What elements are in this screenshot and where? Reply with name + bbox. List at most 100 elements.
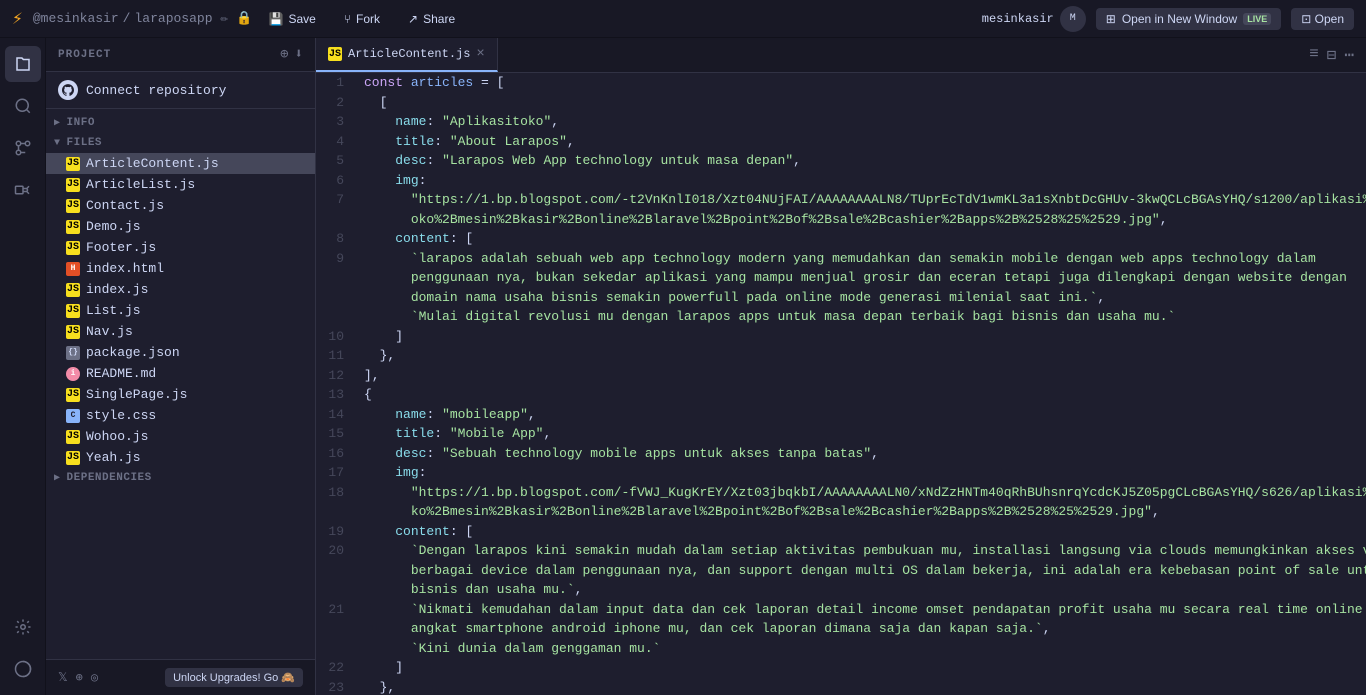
activity-extensions-icon[interactable]: [5, 172, 41, 208]
info-section-header[interactable]: INFO: [46, 113, 315, 133]
more-options-icon[interactable]: ≡: [1309, 45, 1319, 65]
file-name: Nav.js: [86, 324, 133, 339]
save-label: Save: [288, 12, 315, 26]
line-code: ko%2Bmesin%2Bkasir%2Bonline%2Blaravel%2B…: [356, 502, 1366, 522]
code-table: 1const articles = [2 [3 name: "Aplikasit…: [316, 73, 1366, 695]
line-number: 5: [316, 151, 356, 171]
file-item-index_html[interactable]: Hindex.html: [46, 258, 315, 279]
line-number: 8: [316, 229, 356, 249]
fork-button[interactable]: ⑂ Fork: [338, 9, 386, 29]
table-row: 2 [: [316, 93, 1366, 113]
line-number: 18: [316, 483, 356, 503]
layout-icon[interactable]: ⊟: [1327, 45, 1337, 65]
file-item-demo_js[interactable]: JS Demo.js: [46, 216, 315, 237]
line-code: "https://1.bp.blogspot.com/-t2VnKnlI018/…: [356, 190, 1366, 210]
line-number: 23: [316, 678, 356, 695]
line-code: const articles = [: [356, 73, 1366, 93]
file-item-wohoo_js[interactable]: JSWohoo.js: [46, 426, 315, 447]
file-item-contact_js[interactable]: JSContact.js: [46, 195, 315, 216]
activity-files-icon[interactable]: [5, 46, 41, 82]
share-button[interactable]: ↗ Share: [402, 9, 461, 29]
line-code: ]: [356, 658, 1366, 678]
file-item-articlelist_js[interactable]: JSArticleList.js: [46, 174, 315, 195]
file-item-nav_js[interactable]: JSNav.js: [46, 321, 315, 342]
share-icon: ↗: [408, 12, 418, 26]
file-name: index.js: [86, 282, 148, 297]
file-item-readme_md[interactable]: iREADME.md: [46, 363, 315, 384]
line-code: desc: "Larapos Web App technology untuk …: [356, 151, 1366, 171]
code-editor[interactable]: 1const articles = [2 [3 name: "Aplikasit…: [316, 73, 1366, 695]
line-number: 2: [316, 93, 356, 113]
tab-close-button[interactable]: ×: [476, 47, 484, 61]
file-item-index_js[interactable]: JS index.js: [46, 279, 315, 300]
download-icon[interactable]: ⬇: [295, 46, 303, 63]
open-label: Open: [1315, 12, 1344, 26]
github-footer-icon[interactable]: ⊕: [76, 670, 83, 685]
sidebar-title: PROJECT: [58, 49, 111, 61]
table-row: 16 desc: "Sebuah technology mobile apps …: [316, 444, 1366, 464]
avatar: M: [1060, 6, 1086, 32]
file-icon: {}: [66, 346, 80, 360]
codepen-icon[interactable]: ◎: [91, 670, 98, 685]
file-name: Wohoo.js: [86, 429, 148, 444]
file-item-articlecontent_js[interactable]: JSArticleContent.js: [46, 153, 315, 174]
line-code: domain nama usaha bisnis semakin powerfu…: [356, 288, 1366, 308]
brand-project: laraposapp: [134, 11, 212, 26]
files-section-header[interactable]: FILES: [46, 133, 315, 153]
file-item-style_css[interactable]: Cstyle.css: [46, 405, 315, 426]
line-number: 21: [316, 600, 356, 620]
fork-label: Fork: [356, 12, 380, 26]
open-button[interactable]: ⊡ Open: [1291, 8, 1354, 30]
file-icon: JS: [66, 220, 80, 234]
brand-user: @mesinkasir: [33, 11, 119, 26]
upgrade-label: Unlock Upgrades! Go 🙈: [173, 671, 295, 684]
line-number: 11: [316, 346, 356, 366]
file-name: Demo.js: [86, 219, 141, 234]
dependencies-section-header[interactable]: DEPENDENCIES: [46, 468, 315, 488]
line-number: 20: [316, 541, 356, 561]
twitter-icon[interactable]: 𝕏: [58, 670, 68, 685]
table-row: 8 content: [: [316, 229, 1366, 249]
line-number: 16: [316, 444, 356, 464]
file-item-singlepage_js[interactable]: JSSinglePage.js: [46, 384, 315, 405]
connect-repo-button[interactable]: Connect repository: [46, 72, 315, 109]
line-code: `Kini dunia dalam genggaman mu.`: [356, 639, 1366, 659]
table-row: berbagai device dalam penggunaan nya, da…: [316, 561, 1366, 581]
line-number: [316, 561, 356, 581]
topbar-left: ⚡ @mesinkasir / laraposapp ✏ 🔒 💾 Save ⑂ …: [12, 8, 966, 30]
table-row: 23 },: [316, 678, 1366, 695]
line-number: [316, 268, 356, 288]
save-button[interactable]: 💾 Save: [263, 9, 322, 29]
file-item-list_js[interactable]: JSList.js: [46, 300, 315, 321]
line-number: 14: [316, 405, 356, 425]
share-label: Share: [423, 12, 455, 26]
tab-filename: ArticleContent.js: [348, 47, 470, 61]
edit-icon[interactable]: ✏: [221, 11, 229, 26]
table-row: 21 `Nikmati kemudahan dalam input data d…: [316, 600, 1366, 620]
file-item-yeah_js[interactable]: JSYeah.js: [46, 447, 315, 468]
file-item-footer_js[interactable]: JSFooter.js: [46, 237, 315, 258]
topbar-brand: @mesinkasir / laraposapp ✏ 🔒: [33, 11, 253, 26]
tab-article-content[interactable]: JS ArticleContent.js ×: [316, 38, 498, 72]
open-new-window-button[interactable]: ⊞ Open in New Window LIVE: [1096, 8, 1281, 30]
info-chevron-icon: [54, 117, 61, 129]
line-number: 19: [316, 522, 356, 542]
activity-bar-bottom: [5, 609, 41, 687]
activity-theme-icon[interactable]: [5, 651, 41, 687]
file-item-package_json[interactable]: {}package.json: [46, 342, 315, 363]
line-number: 12: [316, 366, 356, 386]
activity-source-control-icon[interactable]: [5, 130, 41, 166]
ellipsis-icon[interactable]: ⋯: [1344, 45, 1354, 65]
file-icon: JS: [66, 241, 80, 255]
activity-settings-icon[interactable]: [5, 609, 41, 645]
file-icon: JS: [66, 178, 80, 192]
file-name: Contact.js: [86, 198, 164, 213]
line-code: ],: [356, 366, 1366, 386]
new-file-icon[interactable]: ⊕: [280, 46, 288, 63]
file-icon: i: [66, 367, 80, 381]
activity-search-icon[interactable]: [5, 88, 41, 124]
file-icon: JS: [66, 304, 80, 318]
file-icon: JS: [66, 283, 80, 297]
upgrade-button[interactable]: Unlock Upgrades! Go 🙈: [165, 668, 303, 687]
file-name: Yeah.js: [86, 450, 141, 465]
